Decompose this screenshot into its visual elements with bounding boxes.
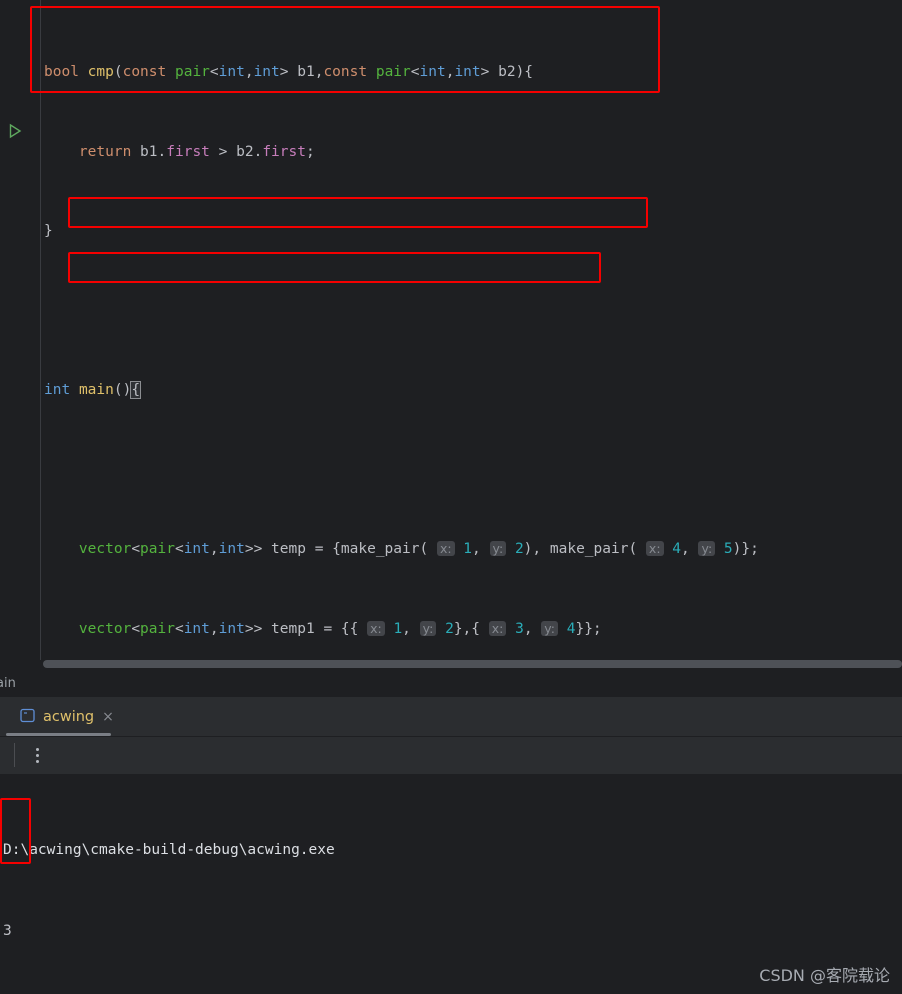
- console-line: 3: [3, 923, 12, 939]
- inlay-hint-x: x:: [436, 541, 455, 556]
- run-toolbar[interactable]: [0, 737, 902, 774]
- code-line[interactable]: return b1.first > b2.first;: [41, 139, 902, 166]
- run-tool-window: acwing × D:\acwing\cmake-build-debug\acw…: [0, 697, 902, 994]
- run-tab-bar[interactable]: acwing ×: [0, 697, 902, 737]
- breadcrumb-label: ain: [0, 676, 16, 691]
- ide-window: bool cmp(const pair<int,int> b1,const pa…: [0, 0, 902, 994]
- inlay-hint-y: y:: [541, 620, 558, 636]
- run-tab-acwing[interactable]: acwing ×: [10, 697, 124, 737]
- watermark: CSDN @客院载论: [759, 966, 890, 985]
- code-line[interactable]: bool cmp(const pair<int,int> b1,const pa…: [41, 59, 902, 86]
- run-tab-active-underline: [6, 733, 111, 736]
- run-play-icon[interactable]: [6, 122, 24, 140]
- close-icon[interactable]: ×: [102, 709, 114, 725]
- code-line[interactable]: [41, 457, 902, 484]
- code-line[interactable]: vector<pair<int,int>> temp1 = {{ x: 1, y…: [41, 616, 902, 643]
- terminal-icon: [20, 708, 35, 727]
- editor-hscrollbar-thumb[interactable]: [43, 660, 902, 668]
- console-output[interactable]: D:\acwing\cmake-build-debug\acwing.exe 3…: [0, 774, 902, 994]
- inlay-hint-y: y:: [489, 541, 507, 556]
- executable-path: D:\acwing\cmake-build-debug\acwing.exe: [3, 842, 335, 858]
- editor-gutter[interactable]: [0, 0, 41, 660]
- code-line[interactable]: int main(){: [41, 377, 902, 404]
- code-line[interactable]: vector<pair<int,int>> temp = {make_pair(…: [41, 536, 902, 563]
- more-vertical-icon[interactable]: [36, 748, 40, 764]
- breadcrumb[interactable]: ain: [0, 671, 902, 697]
- console-line: D:\acwing\cmake-build-debug\acwing.exe: [3, 837, 902, 864]
- code-line[interactable]: }: [41, 218, 902, 245]
- inlay-hint-y: y:: [419, 620, 437, 636]
- inlay-hint-x: x:: [645, 541, 664, 556]
- inlay-hint-y: y:: [698, 541, 716, 556]
- inlay-hint-x: x:: [367, 620, 385, 636]
- toolbar-divider: [14, 743, 15, 767]
- inlay-hint-x: x:: [488, 620, 507, 636]
- code-text[interactable]: bool cmp(const pair<int,int> b1,const pa…: [41, 0, 902, 955]
- run-tab-label: acwing: [43, 709, 95, 725]
- code-editor[interactable]: bool cmp(const pair<int,int> b1,const pa…: [0, 0, 902, 955]
- code-line[interactable]: [41, 298, 902, 325]
